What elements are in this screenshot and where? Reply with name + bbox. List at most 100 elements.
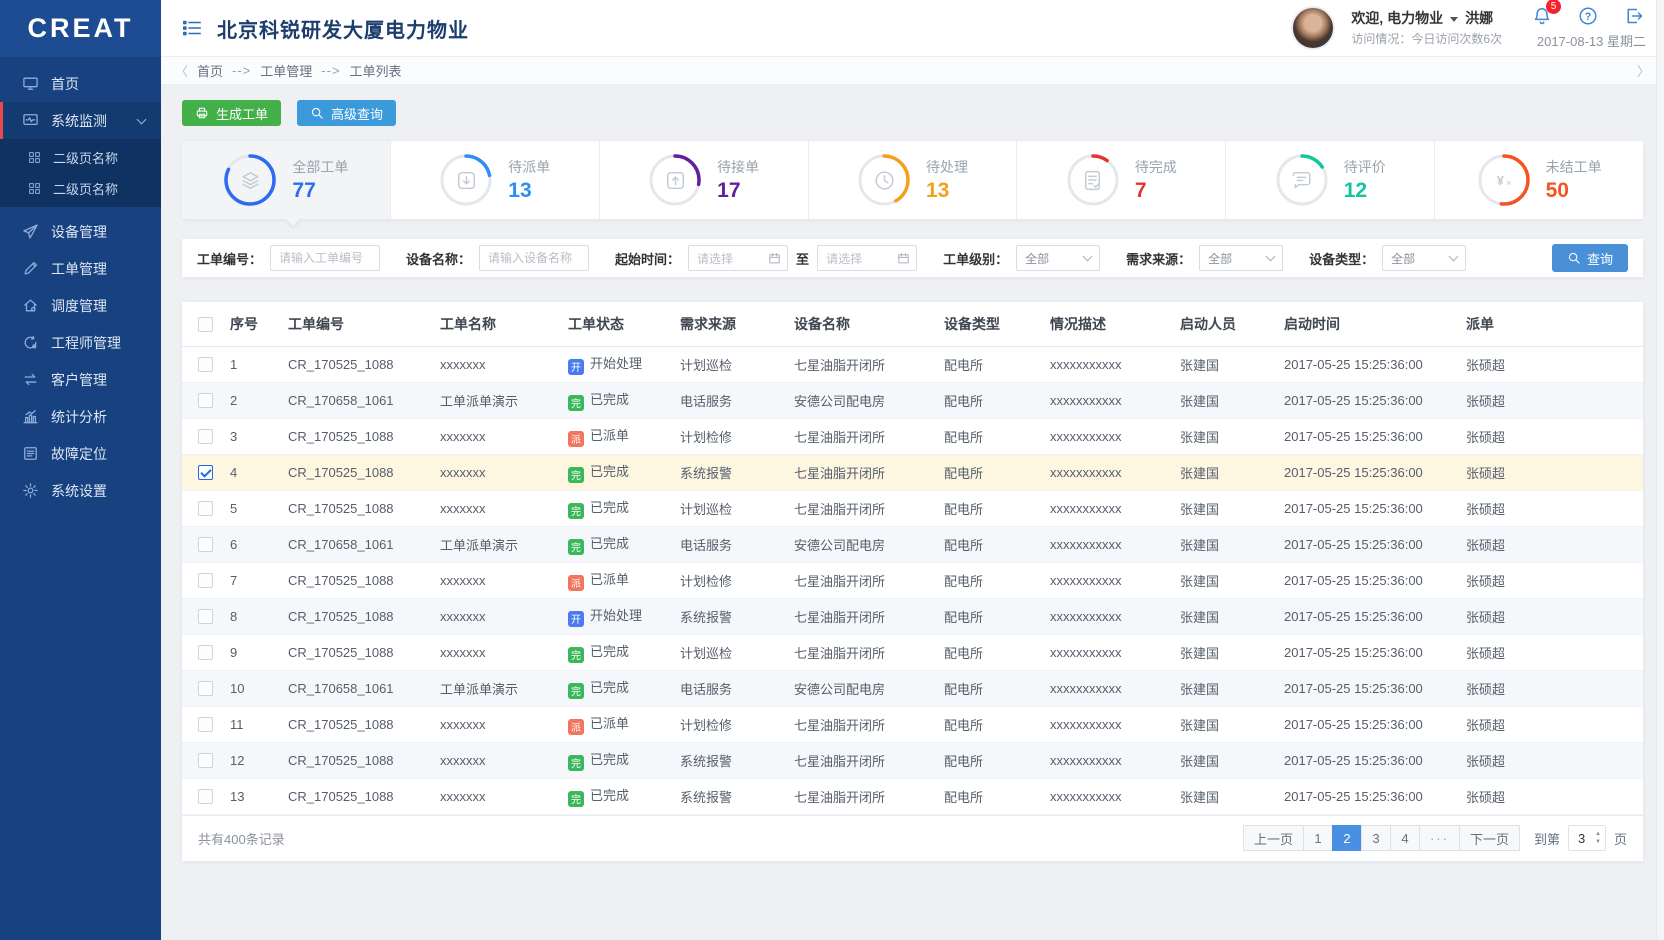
generate-order-label: 生成工单 bbox=[216, 104, 268, 123]
stepper-up-icon[interactable]: ▲ bbox=[1595, 831, 1601, 837]
status-badge: 完 bbox=[568, 395, 584, 411]
prev-page-button[interactable]: 上一页 bbox=[1243, 825, 1304, 851]
row-checkbox[interactable] bbox=[198, 573, 213, 588]
stat-card-to-finish[interactable]: 待完成 7 bbox=[1017, 141, 1226, 219]
row-checkbox[interactable] bbox=[198, 645, 213, 660]
cell-status: 完已完成 bbox=[564, 382, 676, 418]
sidebar-item-system-monitor[interactable]: 系统监测 bbox=[0, 102, 161, 139]
page-button-1[interactable]: 1 bbox=[1303, 825, 1333, 851]
more-pages-button[interactable]: ··· bbox=[1419, 825, 1460, 851]
table-row[interactable]: 3 CR_170525_1088 xxxxxxx 派已派单 计划检修 七星油脂开… bbox=[182, 418, 1643, 454]
end-date-picker[interactable]: 请选择 bbox=[817, 245, 917, 271]
row-checkbox[interactable] bbox=[198, 789, 213, 804]
scrollbar[interactable] bbox=[1656, 0, 1664, 940]
cell-status: 完已完成 bbox=[564, 670, 676, 706]
stat-card-to-dispatch[interactable]: 待派单 13 bbox=[391, 141, 600, 219]
sidebar-item-engineer-mgmt[interactable]: 工程师管理 bbox=[0, 324, 161, 361]
row-checkbox[interactable] bbox=[198, 717, 213, 732]
app-window: CREAT 首页系统监测二级页名称二级页名称设备管理工单管理调度管理工程师管理客… bbox=[0, 0, 1664, 940]
breadcrumb-item-home[interactable]: 首页 bbox=[197, 61, 223, 80]
breadcrumb-back-icon[interactable]: 〈 bbox=[175, 61, 188, 80]
sidebar-item-system-settings[interactable]: 系统设置 bbox=[0, 472, 161, 509]
col-status: 工单状态 bbox=[564, 302, 676, 346]
sidebar-item-home[interactable]: 首页 bbox=[0, 65, 161, 102]
breadcrumb-item-workorder-mgmt[interactable]: 工单管理 bbox=[260, 61, 312, 80]
row-checkbox[interactable] bbox=[198, 357, 213, 372]
stat-card-open-orders[interactable]: ¥× 未结工单 50 bbox=[1435, 141, 1643, 219]
table-row[interactable]: 12 CR_170525_1088 xxxxxxx 完已完成 系统报警 七星油脂… bbox=[182, 742, 1643, 778]
row-checkbox[interactable] bbox=[198, 681, 213, 696]
goto-page-input[interactable]: 3▲▼ bbox=[1568, 825, 1606, 851]
dropdown-caret-icon[interactable] bbox=[1450, 17, 1458, 22]
row-checkbox[interactable] bbox=[198, 429, 213, 444]
sidebar-item-secondary-page-1[interactable]: 二级页名称 bbox=[0, 142, 161, 173]
stat-card-all-orders[interactable]: 全部工单 77 bbox=[182, 141, 391, 219]
table-row[interactable]: 9 CR_170525_1088 xxxxxxx 完已完成 计划巡检 七星油脂开… bbox=[182, 634, 1643, 670]
sidebar-item-statistics[interactable]: 统计分析 bbox=[0, 398, 161, 435]
sidebar-item-dispatch-mgmt[interactable]: 调度管理 bbox=[0, 287, 161, 324]
table-row[interactable]: 7 CR_170525_1088 xxxxxxx 派已派单 计划检修 七星油脂开… bbox=[182, 562, 1643, 598]
sidebar-item-device-mgmt[interactable]: 设备管理 bbox=[0, 213, 161, 250]
row-checkbox[interactable] bbox=[198, 753, 213, 768]
layers-icon bbox=[223, 153, 277, 207]
table-row[interactable]: 5 CR_170525_1088 xxxxxxx 完已完成 计划巡检 七星油脂开… bbox=[182, 490, 1643, 526]
stat-card-to-accept[interactable]: 待接单 17 bbox=[600, 141, 809, 219]
menu-toggle-icon[interactable] bbox=[181, 18, 203, 38]
sidebar-item-customer-mgmt[interactable]: 客户管理 bbox=[0, 361, 161, 398]
stepper-down-icon[interactable]: ▼ bbox=[1595, 839, 1601, 845]
start-date-picker[interactable]: 请选择 bbox=[688, 245, 788, 271]
cell-description: xxxxxxxxxxx bbox=[1046, 742, 1176, 778]
row-checkbox[interactable] bbox=[198, 465, 213, 480]
cell-dispatcher: 张硕超 bbox=[1462, 598, 1643, 634]
page-unit-label: 页 bbox=[1614, 829, 1627, 848]
stat-value: 13 bbox=[508, 179, 550, 203]
cell-name: xxxxxxx bbox=[436, 598, 564, 634]
table-row[interactable]: 8 CR_170525_1088 xxxxxxx 开开始处理 系统报警 七星油脂… bbox=[182, 598, 1643, 634]
cell-description: xxxxxxxxxxx bbox=[1046, 706, 1176, 742]
breadcrumb-forward-icon[interactable]: 〉 bbox=[1637, 61, 1650, 80]
table-row[interactable]: 4 CR_170525_1088 xxxxxxx 完已完成 系统报警 七星油脂开… bbox=[182, 454, 1643, 490]
cell-source: 系统报警 bbox=[676, 454, 790, 490]
cell-no: 2 bbox=[226, 382, 284, 418]
notification-bell-icon[interactable]: 5 bbox=[1532, 6, 1552, 26]
table-row[interactable]: 2 CR_170658_1061 工单派单演示 完已完成 电话服务 安德公司配电… bbox=[182, 382, 1643, 418]
row-checkbox[interactable] bbox=[198, 537, 213, 552]
table-row[interactable]: 1 CR_170525_1088 xxxxxxx 开开始处理 计划巡检 七星油脂… bbox=[182, 346, 1643, 382]
table-row[interactable]: 13 CR_170525_1088 xxxxxxx 完已完成 系统报警 七星油脂… bbox=[182, 778, 1643, 814]
filter-label-start-time: 起始时间： bbox=[615, 249, 680, 268]
sidebar-item-label: 首页 bbox=[51, 74, 79, 94]
page-button-2[interactable]: 2 bbox=[1332, 825, 1362, 851]
sidebar-item-workorder-mgmt[interactable]: 工单管理 bbox=[0, 250, 161, 287]
row-checkbox[interactable] bbox=[198, 501, 213, 516]
help-icon[interactable]: ? bbox=[1578, 6, 1598, 26]
status-badge: 完 bbox=[568, 539, 584, 555]
table-row[interactable]: 6 CR_170658_1061 工单派单演示 完已完成 电话服务 安德公司配电… bbox=[182, 526, 1643, 562]
calendar-icon bbox=[768, 252, 781, 265]
next-page-button[interactable]: 下一页 bbox=[1459, 825, 1520, 851]
cell-dispatcher: 张硕超 bbox=[1462, 346, 1643, 382]
sidebar-item-fault-location[interactable]: 故障定位 bbox=[0, 435, 161, 472]
sidebar-item-secondary-page-2[interactable]: 二级页名称 bbox=[0, 173, 161, 204]
cell-device-type: 配电所 bbox=[940, 670, 1046, 706]
device-name-input[interactable] bbox=[479, 245, 589, 271]
order-no-input[interactable] bbox=[270, 245, 380, 271]
stat-card-to-process[interactable]: 待处理 13 bbox=[809, 141, 1018, 219]
row-checkbox[interactable] bbox=[198, 609, 213, 624]
query-button[interactable]: 查询 bbox=[1552, 244, 1628, 272]
breadcrumb-item-workorder-list[interactable]: 工单列表 bbox=[350, 61, 402, 80]
page-button-4[interactable]: 4 bbox=[1390, 825, 1420, 851]
avatar[interactable] bbox=[1291, 6, 1335, 50]
source-select[interactable]: 全部 bbox=[1199, 245, 1283, 271]
page-button-3[interactable]: 3 bbox=[1361, 825, 1391, 851]
stat-card-to-review[interactable]: 待评价 12 bbox=[1226, 141, 1435, 219]
order-level-select[interactable]: 全部 bbox=[1016, 245, 1100, 271]
logout-icon[interactable] bbox=[1624, 6, 1644, 26]
cell-name: xxxxxxx bbox=[436, 454, 564, 490]
table-row[interactable]: 10 CR_170658_1061 工单派单演示 完已完成 电话服务 安德公司配… bbox=[182, 670, 1643, 706]
generate-order-button[interactable]: 生成工单 bbox=[182, 100, 281, 126]
advanced-search-button[interactable]: 高级查询 bbox=[297, 100, 396, 126]
row-checkbox[interactable] bbox=[198, 393, 213, 408]
table-row[interactable]: 11 CR_170525_1088 xxxxxxx 派已派单 计划检修 七星油脂… bbox=[182, 706, 1643, 742]
select-all-checkbox[interactable] bbox=[198, 317, 213, 332]
device-type-select[interactable]: 全部 bbox=[1382, 245, 1466, 271]
